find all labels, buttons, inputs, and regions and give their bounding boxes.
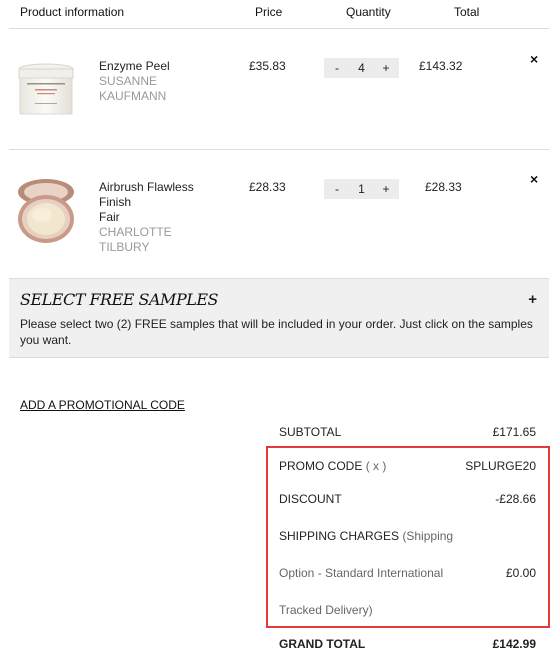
plus-icon[interactable]: + (528, 291, 537, 308)
product-name[interactable]: Finish (99, 195, 131, 210)
product-brand: TILBURY (99, 240, 150, 254)
promo-code-label-text: PROMO CODE (279, 459, 363, 473)
subtotal-value: £171.65 (492, 425, 536, 439)
unit-price: £35.83 (249, 59, 286, 73)
free-samples-panel: SELECT FREE SAMPLES + Please select two … (9, 278, 549, 358)
discount-label: DISCOUNT (279, 492, 342, 506)
subtotal-label: SUBTOTAL (279, 425, 342, 439)
quantity-value[interactable]: 1 (358, 182, 365, 196)
shipping-label-text: SHIPPING CHARGES (279, 529, 400, 543)
line-total: £143.32 (419, 59, 463, 73)
grand-total-value: £142.99 (492, 637, 536, 651)
row-divider (9, 149, 549, 150)
shipping-note: Option - Standard International (279, 566, 444, 580)
header-divider (9, 28, 549, 29)
shipping-value: £0.00 (505, 566, 536, 580)
header-product: Product information (20, 5, 125, 19)
product-name[interactable]: Airbrush Flawless (99, 180, 194, 195)
quantity-stepper: - 4 + (324, 58, 399, 78)
remove-promo-button[interactable]: ( x ) (366, 459, 387, 473)
product-brand: SUSANNE (99, 74, 158, 88)
quantity-value[interactable]: 4 (358, 61, 365, 75)
line-total: £28.33 (425, 180, 462, 194)
product-brand: CHARLOTTE (99, 225, 172, 239)
increase-button[interactable]: + (381, 61, 391, 75)
grand-total-label: GRAND TOTAL (279, 637, 366, 651)
samples-description: Please select two (2) FREE samples that … (20, 317, 533, 347)
decrease-button[interactable]: - (332, 61, 342, 75)
decrease-button[interactable]: - (332, 182, 342, 196)
product-variant: Fair (99, 210, 120, 224)
header-price: Price (255, 5, 283, 19)
shipping-label: SHIPPING CHARGES (Shipping (279, 529, 453, 543)
shipping-note: Tracked Delivery) (279, 603, 373, 617)
product-image-enzyme-peel[interactable] (17, 63, 75, 117)
promo-code-value: SPLURGE20 (465, 459, 536, 473)
shipping-note: (Shipping (402, 529, 454, 543)
add-promo-code-link[interactable]: ADD A PROMOTIONAL CODE (20, 398, 185, 412)
product-brand: KAUFMANN (99, 89, 167, 103)
quantity-stepper: - 1 + (324, 179, 399, 199)
samples-title: SELECT FREE SAMPLES (20, 290, 218, 309)
product-image-airbrush[interactable] (17, 179, 75, 243)
close-icon[interactable]: × (530, 171, 538, 187)
product-name[interactable]: Enzyme Peel (99, 59, 170, 74)
header-total: Total (454, 5, 480, 19)
increase-button[interactable]: + (381, 182, 391, 196)
discount-value: -£28.66 (495, 492, 536, 506)
header-quantity: Quantity (346, 5, 391, 19)
promo-code-label: PROMO CODE ( x ) (279, 459, 386, 473)
unit-price: £28.33 (249, 180, 286, 194)
close-icon[interactable]: × (530, 51, 538, 67)
